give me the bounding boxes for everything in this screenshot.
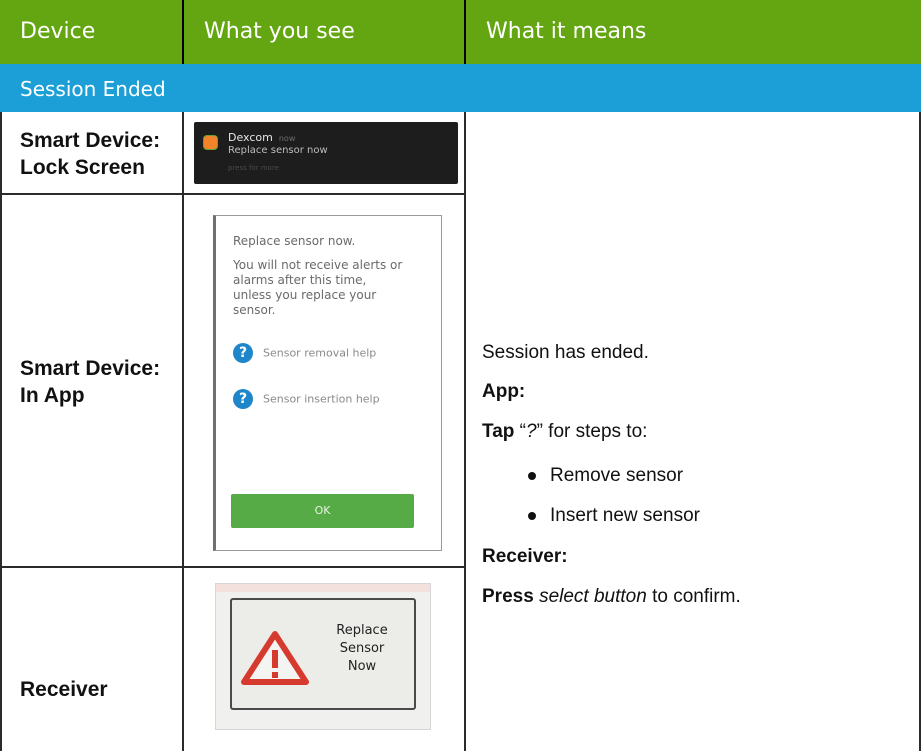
header-see-label: What you see — [204, 19, 355, 44]
receiver-screen: Replace Sensor Now — [215, 583, 431, 730]
bullet-icon — [528, 472, 536, 480]
grid-line — [0, 112, 2, 751]
sensor-removal-help[interactable]: ? Sensor removal help — [233, 343, 376, 363]
sensor-insertion-help[interactable]: ? Sensor insertion help — [233, 389, 380, 409]
alert-table: Device What you see What it means Sessio… — [0, 0, 921, 751]
question-icon: ? — [233, 343, 253, 363]
header-device: Device — [0, 0, 182, 64]
in-app-alert-screen: Replace sensor now. You will not receive… — [213, 215, 442, 551]
meaning-select-button: select button — [539, 586, 647, 607]
device-label-in-app: Smart Device: In App — [20, 355, 160, 409]
grid-line — [464, 112, 466, 751]
meaning-press-word: Press — [482, 586, 534, 607]
device-label-line: Smart Device: — [20, 129, 161, 152]
ok-button[interactable]: OK — [231, 494, 414, 528]
meaning-app-heading: App: — [482, 380, 525, 404]
notification-app-name-text: Dexcom — [228, 131, 273, 144]
question-icon: ? — [233, 389, 253, 409]
warning-triangle-icon — [241, 631, 309, 685]
meaning-press-text: to confirm. — [646, 586, 741, 607]
meaning-tap-text: ” for steps to: — [536, 421, 648, 442]
section-session-ended: Session Ended — [0, 64, 921, 112]
notification-message: Replace sensor now — [228, 145, 328, 156]
meaning-receiver-heading-text: Receiver: — [482, 546, 568, 567]
receiver-alert-line: Now — [347, 659, 377, 674]
in-app-body: You will not receive alerts or alarms af… — [233, 258, 403, 317]
meaning-receiver-heading: Receiver: — [482, 545, 568, 569]
meaning-summary: Session has ended. — [482, 342, 649, 363]
meaning-app-heading-text: App: — [482, 381, 526, 402]
meaning-press-instruction: Press select button to confirm. — [482, 585, 741, 609]
sensor-insertion-help-label: Sensor insertion help — [263, 392, 380, 406]
lock-screen-notification: Dexcom now Replace sensor now press for m… — [194, 122, 458, 184]
receiver-alert-box: Replace Sensor Now — [230, 598, 416, 710]
dexcom-app-icon — [204, 136, 217, 149]
header-divider — [464, 0, 466, 64]
device-label-line: In App — [20, 384, 85, 407]
grid-line — [182, 112, 184, 751]
grid-line — [919, 112, 921, 751]
in-app-title: Replace sensor now. — [233, 234, 356, 248]
device-label-lock-screen: Smart Device: Lock Screen — [20, 127, 160, 181]
grid-line — [0, 193, 466, 195]
meaning-tap-instruction: Tap “?” for steps to: — [482, 420, 647, 444]
header-device-label: Device — [20, 19, 96, 44]
device-label-receiver: Receiver — [20, 678, 108, 701]
grid-line — [0, 566, 466, 568]
header-means-label: What it means — [486, 19, 647, 44]
header-what-you-see: What you see — [184, 0, 464, 64]
receiver-alert-line: Sensor — [339, 641, 385, 656]
receiver-alert-text: Replace Sensor Now — [322, 622, 402, 676]
meaning-tap-word: Tap — [482, 421, 515, 442]
sensor-removal-help-label: Sensor removal help — [263, 346, 377, 360]
notification-app-name: Dexcom now — [228, 131, 295, 144]
device-label-line: Smart Device: — [20, 357, 161, 380]
meaning-question-mark: ? — [525, 421, 537, 442]
header-what-it-means: What it means — [466, 0, 921, 64]
notification-time: now — [278, 134, 296, 143]
meaning-tap-text: “ — [514, 421, 526, 442]
receiver-top-bar — [216, 584, 430, 592]
meaning-bullet-insert: Insert new sensor — [550, 505, 700, 526]
device-label-line: Lock Screen — [20, 156, 145, 179]
meaning-bullet-remove: Remove sensor — [550, 465, 684, 486]
bullet-icon — [528, 512, 536, 520]
header-divider — [182, 0, 184, 64]
notification-hint: press for more — [228, 164, 279, 172]
receiver-alert-line: Replace — [336, 623, 388, 638]
